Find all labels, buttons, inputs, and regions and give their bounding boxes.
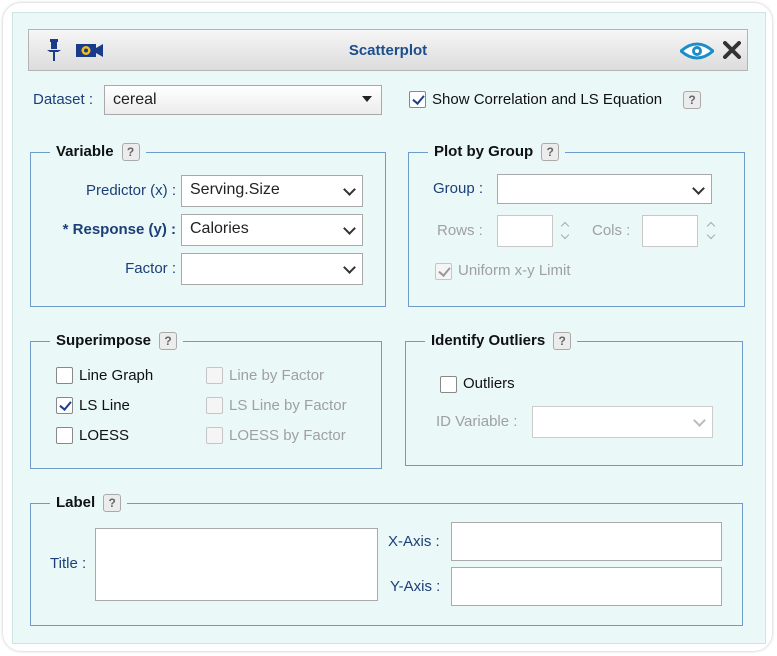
title-label: Title : [50, 555, 87, 572]
x-axis-label: X-Axis : [388, 533, 440, 550]
response-label: * Response (y) : [62, 221, 176, 238]
id-variable-label: ID Variable : [436, 413, 518, 430]
predictor-label: Predictor (x) : [85, 182, 176, 199]
uniform-limit-label: Uniform x-y Limit [458, 262, 571, 279]
dataset-select[interactable]: cereal [104, 85, 382, 115]
group-label: Group : [433, 180, 484, 197]
show-correlation-help-icon[interactable]: ? [683, 91, 701, 109]
close-icon[interactable] [723, 41, 741, 59]
cols-input[interactable] [642, 215, 698, 247]
predictor-value: Serving.Size [190, 181, 280, 198]
chevron-down-icon [693, 414, 706, 427]
dropdown-arrow-icon [362, 96, 372, 102]
y-axis-input[interactable] [451, 567, 722, 606]
superimpose-help-icon[interactable]: ? [159, 332, 178, 351]
loess-checkbox[interactable] [56, 427, 73, 444]
ls-line-checkbox[interactable] [56, 397, 73, 414]
cols-label: Cols : [592, 222, 631, 239]
window-title: Scatterplot [348, 42, 428, 59]
rows-label: Rows : [437, 222, 483, 239]
label-legend: Label? [50, 494, 128, 513]
chevron-down-icon [692, 182, 705, 195]
identify-outliers-legend: Identify Outliers? [425, 332, 578, 351]
id-variable-select[interactable] [532, 406, 713, 438]
outliers-label: Outliers [463, 375, 515, 392]
eye-icon[interactable] [680, 42, 714, 60]
loess-label: LOESS [79, 427, 130, 444]
rows-stepper-icon[interactable] [560, 219, 570, 241]
identify-outliers-group [405, 341, 743, 466]
show-correlation-label: Show Correlation and LS Equation [432, 91, 663, 108]
ls-line-by-factor-checkbox[interactable] [206, 397, 223, 414]
dataset-label: Dataset : [33, 91, 94, 108]
ls-line-label: LS Line [79, 397, 130, 414]
loess-by-factor-label: LOESS by Factor [229, 427, 346, 444]
outliers-checkbox[interactable] [440, 376, 457, 393]
show-correlation-checkbox[interactable] [409, 91, 426, 108]
line-graph-label: Line Graph [79, 367, 154, 384]
chevron-down-icon [343, 261, 356, 274]
label-legend-text: Label [56, 494, 96, 511]
line-by-factor-label: Line by Factor [229, 367, 325, 384]
chevron-down-icon [343, 183, 356, 196]
factor-select[interactable] [181, 253, 363, 285]
ls-line-by-factor-label: LS Line by Factor [229, 397, 347, 414]
superimpose-legend-text: Superimpose [56, 332, 152, 349]
chevron-down-icon [343, 222, 356, 235]
identify-outliers-help-icon[interactable]: ? [553, 332, 572, 351]
predictor-select[interactable]: Serving.Size [181, 175, 363, 207]
identify-outliers-legend-text: Identify Outliers [431, 332, 546, 349]
dataset-value: cereal [113, 91, 157, 108]
variable-legend-text: Variable [56, 143, 114, 160]
factor-label: Factor : [125, 260, 176, 277]
cols-stepper-icon[interactable] [706, 219, 716, 241]
variable-help-icon[interactable]: ? [121, 143, 140, 162]
variable-legend: Variable? [50, 143, 146, 162]
group-select[interactable] [497, 174, 712, 204]
rows-input[interactable] [497, 215, 553, 247]
response-select[interactable]: Calories [181, 214, 363, 246]
title-bar: Scatterplot [28, 29, 748, 71]
plot-by-group-legend: Plot by Group? [428, 143, 566, 162]
title-input[interactable] [95, 528, 378, 601]
plot-by-group-legend-text: Plot by Group [434, 143, 534, 160]
label-help-icon[interactable]: ? [103, 494, 122, 513]
superimpose-legend: Superimpose? [50, 332, 184, 351]
line-by-factor-checkbox[interactable] [206, 367, 223, 384]
x-axis-input[interactable] [451, 522, 722, 561]
loess-by-factor-checkbox[interactable] [206, 427, 223, 444]
plot-by-group-help-icon[interactable]: ? [541, 143, 560, 162]
line-graph-checkbox[interactable] [56, 367, 73, 384]
y-axis-label: Y-Axis : [390, 578, 441, 595]
uniform-limit-checkbox[interactable] [435, 263, 452, 280]
response-value: Calories [190, 220, 249, 237]
